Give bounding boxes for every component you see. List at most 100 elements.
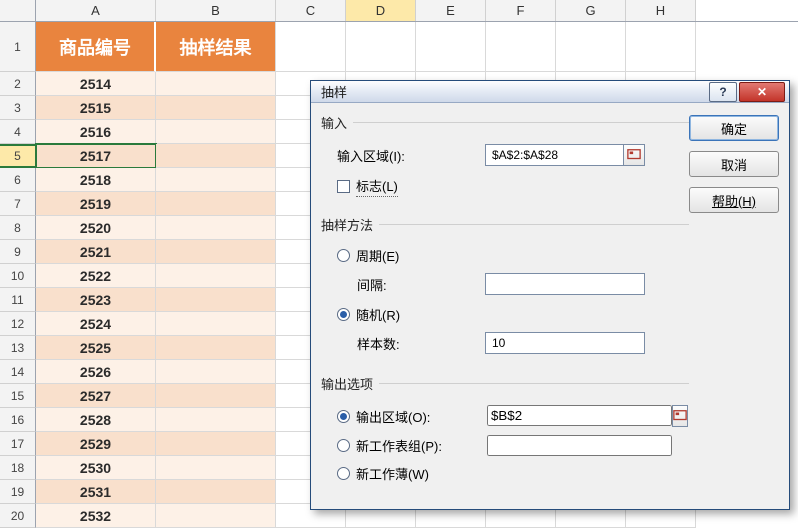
- row-header[interactable]: 19: [0, 480, 36, 504]
- cell-product-id[interactable]: 2525: [36, 336, 156, 360]
- row-header[interactable]: 2: [0, 72, 36, 96]
- select-all-corner[interactable]: [0, 0, 36, 21]
- ok-button[interactable]: 确定: [689, 115, 779, 141]
- radio-new-workbook[interactable]: 新工作薄(W): [337, 464, 487, 483]
- cell[interactable]: [156, 120, 276, 144]
- radio-new-worksheet[interactable]: 新工作表组(P):: [337, 436, 487, 455]
- row-header[interactable]: 1: [0, 22, 36, 72]
- row-header[interactable]: 11: [0, 288, 36, 312]
- cell[interactable]: [156, 264, 276, 288]
- column-header-A[interactable]: A: [36, 0, 156, 21]
- cell[interactable]: [156, 504, 276, 528]
- row-header[interactable]: 17: [0, 432, 36, 456]
- column-header-B[interactable]: B: [156, 0, 276, 21]
- cell-product-id[interactable]: 2530: [36, 456, 156, 480]
- row-header[interactable]: 16: [0, 408, 36, 432]
- cell[interactable]: [626, 22, 696, 72]
- cell[interactable]: [486, 22, 556, 72]
- sample-count-field[interactable]: [490, 333, 640, 353]
- cell[interactable]: [156, 144, 276, 168]
- cell[interactable]: [156, 432, 276, 456]
- cell-product-id[interactable]: 2517: [36, 144, 156, 168]
- row-header[interactable]: 7: [0, 192, 36, 216]
- dialog-body: 输入 输入区域(I): 标志(L): [311, 103, 789, 509]
- row-header[interactable]: 13: [0, 336, 36, 360]
- sampling-dialog: 抽样 ? ✕ 输入 输入区域(I):: [310, 80, 790, 510]
- cell[interactable]: [156, 312, 276, 336]
- column-header-E[interactable]: E: [416, 0, 486, 21]
- row-header[interactable]: 20: [0, 504, 36, 528]
- cell[interactable]: [156, 192, 276, 216]
- row-header[interactable]: 9: [0, 240, 36, 264]
- row-header[interactable]: 18: [0, 456, 36, 480]
- interval-label: 间隔:: [337, 275, 477, 294]
- header-cell-product-id[interactable]: 商品编号: [36, 22, 156, 72]
- cell[interactable]: [156, 288, 276, 312]
- cell-product-id[interactable]: 2521: [36, 240, 156, 264]
- range-picker-icon[interactable]: [623, 144, 645, 166]
- cell[interactable]: [156, 240, 276, 264]
- interval-field[interactable]: [490, 274, 640, 294]
- group-input-legend: 输入: [321, 113, 353, 132]
- cell[interactable]: [156, 72, 276, 96]
- input-range-field[interactable]: [490, 145, 619, 165]
- output-range-field[interactable]: [487, 405, 672, 426]
- help-button[interactable]: 帮助(H): [689, 187, 779, 213]
- cell-product-id[interactable]: 2518: [36, 168, 156, 192]
- row-header[interactable]: 8: [0, 216, 36, 240]
- cell[interactable]: [156, 408, 276, 432]
- cell-product-id[interactable]: 2519: [36, 192, 156, 216]
- column-header-F[interactable]: F: [486, 0, 556, 21]
- cell-product-id[interactable]: 2528: [36, 408, 156, 432]
- cell[interactable]: [156, 216, 276, 240]
- row-header[interactable]: 4: [0, 120, 36, 144]
- dialog-title: 抽样: [321, 82, 347, 101]
- row-header[interactable]: 15: [0, 384, 36, 408]
- row-header[interactable]: 3: [0, 96, 36, 120]
- cell-product-id[interactable]: 2515: [36, 96, 156, 120]
- cell-product-id[interactable]: 2516: [36, 120, 156, 144]
- cell[interactable]: [156, 336, 276, 360]
- cell-product-id[interactable]: 2532: [36, 504, 156, 528]
- cell[interactable]: [156, 168, 276, 192]
- row-header[interactable]: 6: [0, 168, 36, 192]
- cell[interactable]: [556, 22, 626, 72]
- column-header-D[interactable]: D: [346, 0, 416, 21]
- cell[interactable]: [416, 22, 486, 72]
- cell-product-id[interactable]: 2527: [36, 384, 156, 408]
- cell[interactable]: [276, 22, 346, 72]
- cell[interactable]: [156, 360, 276, 384]
- cell-product-id[interactable]: 2520: [36, 216, 156, 240]
- dialog-titlebar[interactable]: 抽样 ? ✕: [311, 81, 789, 103]
- cell-product-id[interactable]: 2526: [36, 360, 156, 384]
- row-header[interactable]: 14: [0, 360, 36, 384]
- radio-random[interactable]: 随机(R): [337, 305, 487, 324]
- new-worksheet-field[interactable]: [487, 435, 672, 456]
- cell-product-id[interactable]: 2524: [36, 312, 156, 336]
- column-header-G[interactable]: G: [556, 0, 626, 21]
- cell[interactable]: [346, 22, 416, 72]
- cell[interactable]: [156, 384, 276, 408]
- column-header-C[interactable]: C: [276, 0, 346, 21]
- radio-period-label: 周期(E): [356, 246, 399, 265]
- cell-product-id[interactable]: 2522: [36, 264, 156, 288]
- range-picker-icon[interactable]: [672, 405, 688, 427]
- radio-period[interactable]: 周期(E): [337, 246, 487, 265]
- cell[interactable]: [156, 480, 276, 504]
- radio-output-range[interactable]: 输出区域(O):: [337, 407, 487, 426]
- cell[interactable]: [156, 456, 276, 480]
- cell-product-id[interactable]: 2514: [36, 72, 156, 96]
- cell-product-id[interactable]: 2531: [36, 480, 156, 504]
- row-header[interactable]: 5: [0, 144, 36, 168]
- cancel-button[interactable]: 取消: [689, 151, 779, 177]
- cell-product-id[interactable]: 2529: [36, 432, 156, 456]
- cell[interactable]: [156, 96, 276, 120]
- cell-product-id[interactable]: 2523: [36, 288, 156, 312]
- column-header-H[interactable]: H: [626, 0, 696, 21]
- row-header[interactable]: 12: [0, 312, 36, 336]
- labels-checkbox[interactable]: 标志(L): [337, 176, 487, 197]
- row-header[interactable]: 10: [0, 264, 36, 288]
- close-icon[interactable]: ✕: [739, 82, 785, 102]
- header-cell-sample-result[interactable]: 抽样结果: [156, 22, 276, 72]
- help-icon[interactable]: ?: [709, 82, 737, 102]
